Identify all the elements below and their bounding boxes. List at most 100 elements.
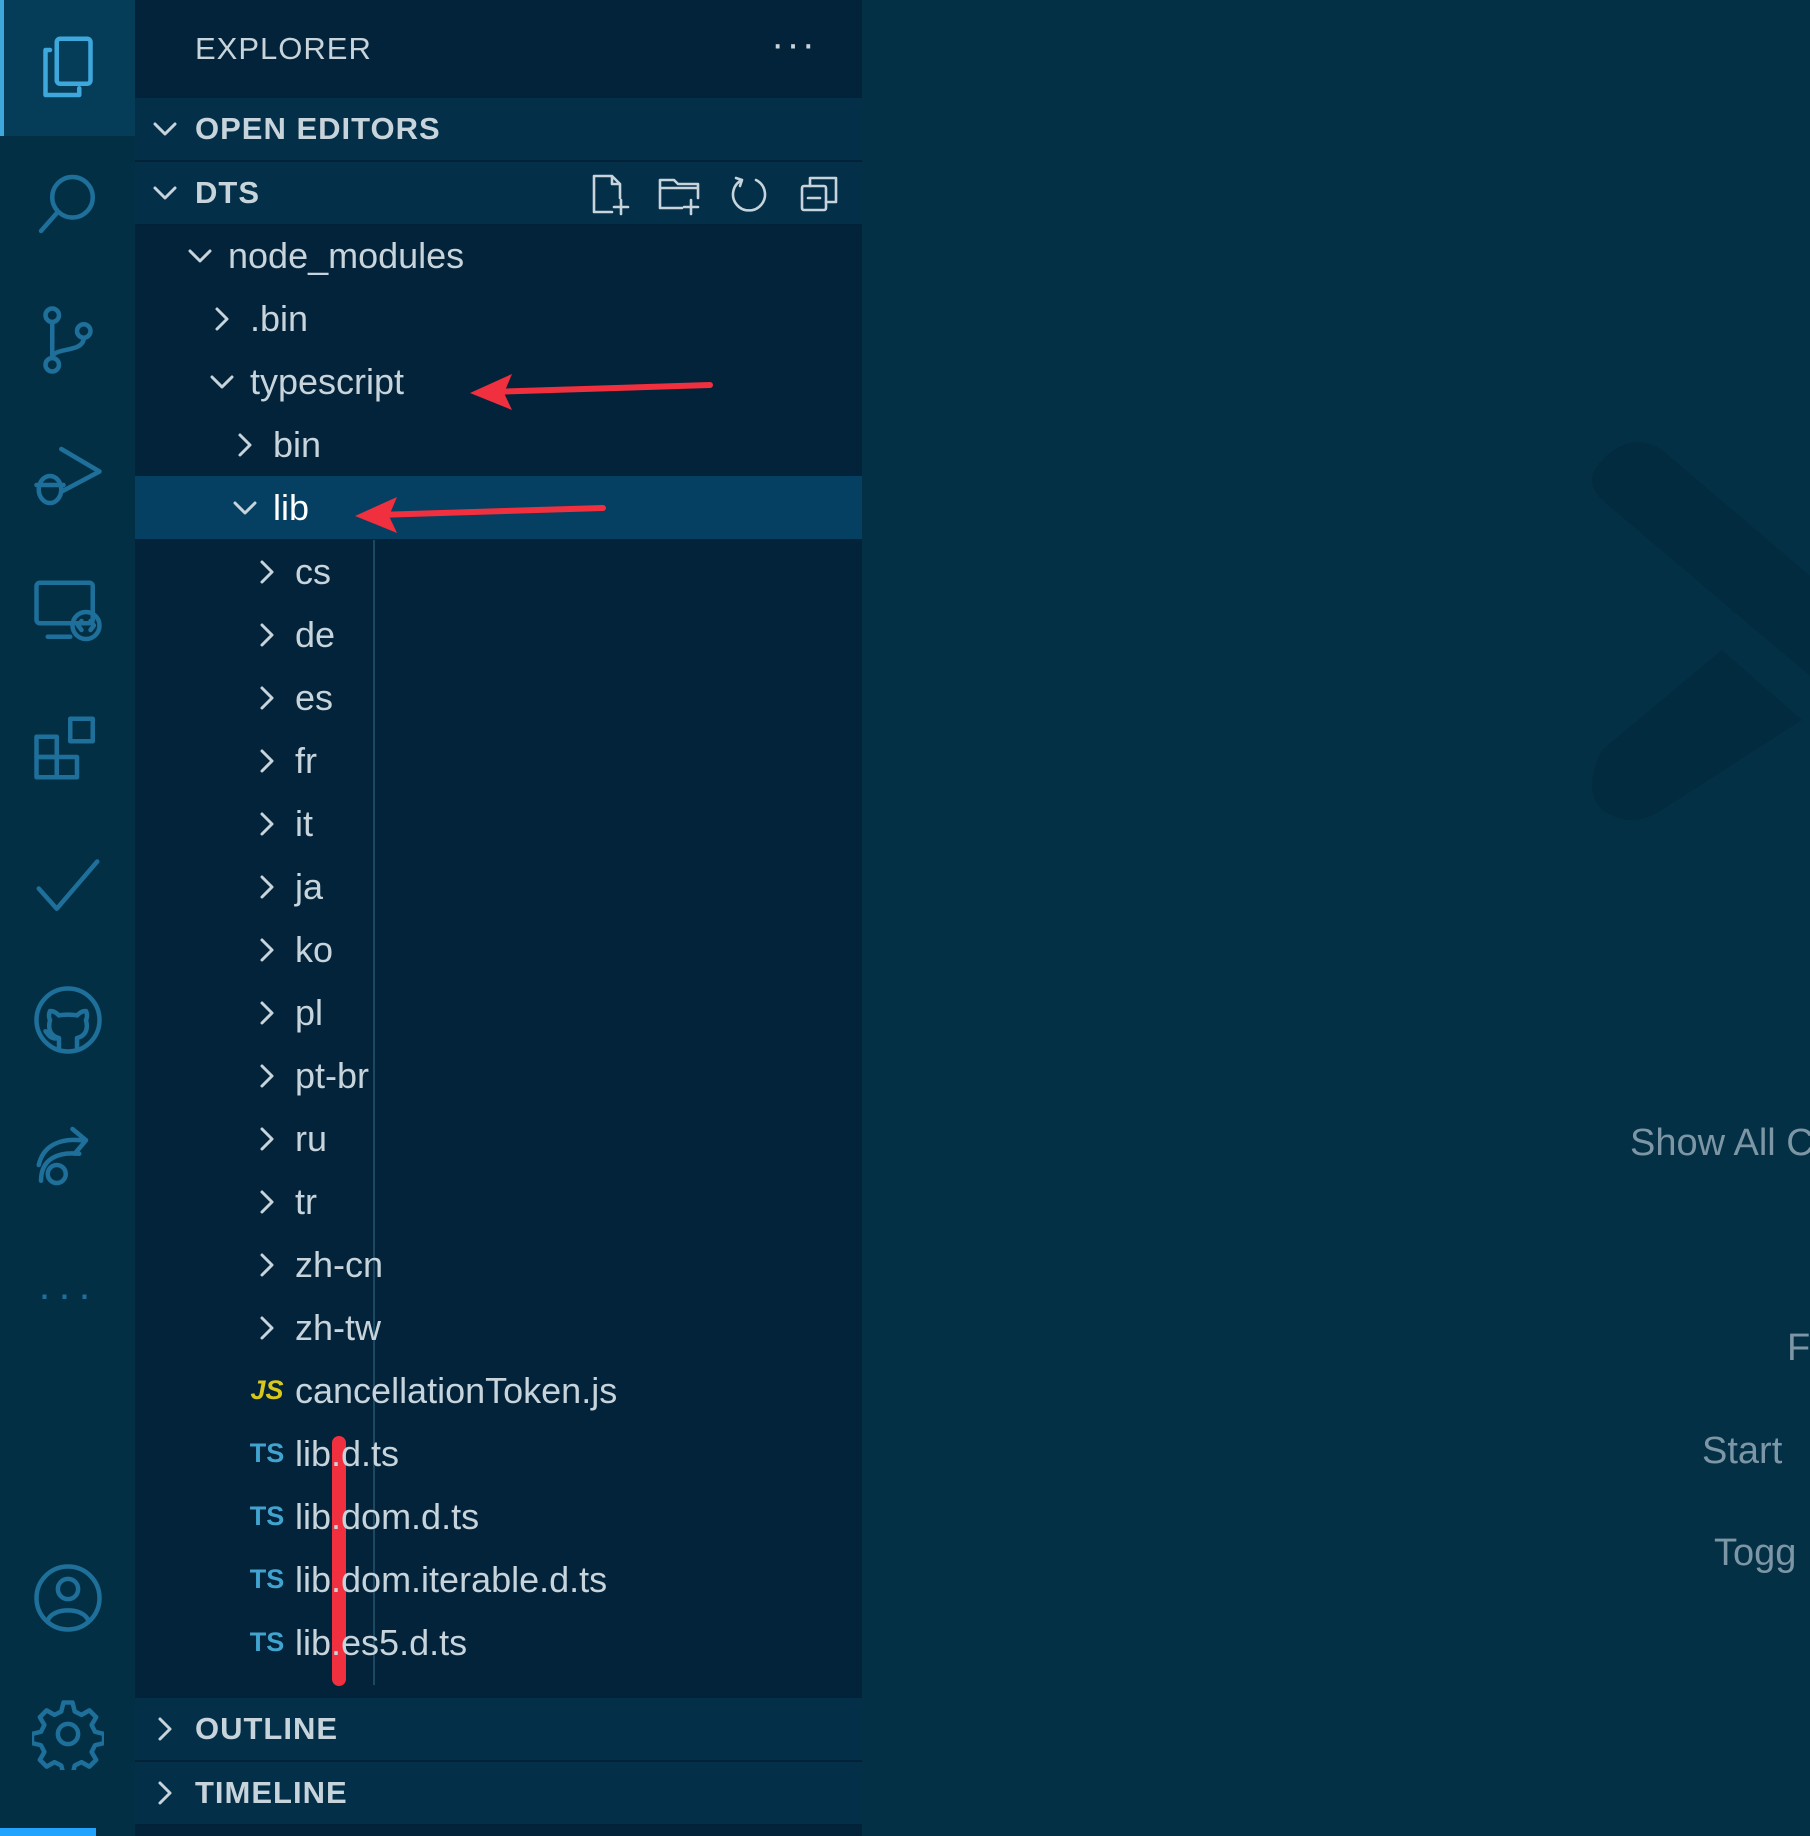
chevron-right-icon (247, 620, 287, 650)
command-hint: Togg (1714, 1532, 1797, 1574)
manage-button[interactable] (0, 1666, 135, 1802)
chevron-right-icon (135, 1778, 195, 1808)
tree-item-tr[interactable]: tr (135, 1170, 862, 1233)
tree-item-label: it (295, 802, 313, 844)
accounts-button[interactable] (0, 1530, 135, 1666)
tree-item-pt-br[interactable]: pt-br (135, 1044, 862, 1107)
chevron-right-icon (247, 746, 287, 776)
tree-item-label: .bin (250, 297, 309, 339)
tree-item-label: lib.dom.iterable.d.ts (295, 1558, 608, 1600)
remote-explorer-button[interactable] (0, 544, 135, 680)
extensions-icon (33, 716, 95, 780)
tree-item-label: zh-tw (295, 1306, 382, 1348)
source-control-icon (42, 306, 93, 374)
ts-file-icon: TS (249, 1501, 285, 1531)
tree-item-cs[interactable]: cs (135, 540, 862, 603)
run-debug-icon (33, 446, 102, 506)
tree-item-lib-dom-iterable-d-ts[interactable]: TS lib.dom.iterable.d.ts (135, 1548, 862, 1611)
chevron-right-icon (135, 1714, 195, 1744)
tree-item-label: typescript (250, 360, 405, 402)
tree-item-es[interactable]: es (135, 666, 862, 729)
chevron-down-icon (202, 367, 242, 397)
ts-file-icon: TS (249, 1627, 285, 1657)
tree-item-label: node_modules (228, 234, 465, 276)
section-actions (588, 172, 842, 216)
tree-item-label: bin (273, 423, 322, 465)
tree-item-ja[interactable]: ja (135, 855, 862, 918)
section-label: DTS (195, 175, 260, 210)
tree-item-label: es (295, 676, 334, 718)
chevron-right-icon (247, 872, 287, 902)
tree-item-lib-es5-d-ts[interactable]: TS lib.es5.d.ts (135, 1611, 862, 1674)
tree-item-label: cancellationToken.js (295, 1369, 618, 1411)
tree-item-label: lib.dom.d.ts (295, 1495, 480, 1537)
tree-item-label: fr (295, 739, 317, 781)
section-timeline[interactable]: TIMELINE (135, 1762, 862, 1826)
tree-item-label: zh-cn (295, 1243, 384, 1285)
tree-item-ko[interactable]: ko (135, 918, 862, 981)
check-icon (36, 859, 99, 911)
editor-area: Show All C F Start Togg (862, 0, 1810, 1836)
github-button[interactable] (0, 952, 135, 1088)
js-file-icon: JS (250, 1375, 284, 1405)
tree-item-label: lib.d.ts (295, 1432, 400, 1474)
chevron-down-icon (135, 114, 195, 144)
section-outline[interactable]: OUTLINE (135, 1698, 862, 1762)
more-actions-icon[interactable]: ··· (771, 22, 817, 67)
tree-item-label: ja (295, 865, 324, 907)
settings-gear-icon (31, 1700, 104, 1770)
testing-button[interactable] (0, 816, 135, 952)
tree-item-de[interactable]: de (135, 603, 862, 666)
ts-file-icon: TS (249, 1564, 285, 1594)
tree-item-fr[interactable]: fr (135, 729, 862, 792)
chevron-down-icon (135, 178, 195, 208)
refresh-icon[interactable] (728, 172, 772, 216)
tree-item-label: lib (273, 486, 310, 528)
explorer-button[interactable] (0, 0, 135, 136)
tree-item-label: tr (295, 1180, 317, 1222)
tree-item-pl[interactable]: pl (135, 981, 862, 1044)
section-label: OPEN EDITORS (195, 111, 441, 146)
tree-item-label: pt-br (295, 1054, 370, 1096)
chevron-right-icon (247, 1187, 287, 1217)
tree-item-zh-cn[interactable]: zh-cn (135, 1233, 862, 1296)
chevron-right-icon (247, 1124, 287, 1154)
chevron-right-icon (247, 809, 287, 839)
section-dts[interactable]: DTS (135, 162, 862, 226)
new-folder-icon[interactable] (658, 172, 702, 216)
more-icon: ··· (37, 1270, 98, 1317)
collapse-all-icon[interactable] (798, 172, 842, 216)
sidebar-title-bar: EXPLORER ··· (135, 0, 862, 98)
chevron-right-icon (247, 683, 287, 713)
command-hint: Start (1702, 1430, 1783, 1472)
tree-item-zh-tw[interactable]: zh-tw (135, 1296, 862, 1359)
tree-item-lib-d-ts[interactable]: TS lib.d.ts (135, 1422, 862, 1485)
live-share-button[interactable] (0, 1088, 135, 1224)
status-accent (0, 1828, 96, 1836)
tree-item-ru[interactable]: ru (135, 1107, 862, 1170)
section-open-editors[interactable]: OPEN EDITORS (135, 98, 862, 162)
active-indicator (0, 0, 4, 136)
more-actions-button[interactable]: ··· (0, 1226, 135, 1362)
tree-item-node-modules[interactable]: node_modules (135, 224, 862, 287)
tree-item-dot-bin[interactable]: .bin (135, 287, 862, 350)
tree-item-lib-dom-d-ts[interactable]: TS lib.dom.d.ts (135, 1485, 862, 1548)
remote-explorer-icon (33, 580, 102, 642)
files-icon (42, 36, 93, 98)
search-button[interactable] (0, 136, 135, 272)
tree-item-bin[interactable]: bin (135, 413, 862, 476)
extensions-button[interactable] (0, 680, 135, 816)
chevron-right-icon (247, 935, 287, 965)
tree-item-cancellation-token-js[interactable]: JS cancellationToken.js (135, 1359, 862, 1422)
search-icon (38, 174, 95, 234)
explorer-sidebar: EXPLORER ··· OPEN EDITORS DTS node_modul… (135, 0, 864, 1836)
chevron-right-icon (247, 1061, 287, 1091)
new-file-icon[interactable] (588, 172, 632, 216)
section-label: TIMELINE (195, 1775, 348, 1810)
run-debug-button[interactable] (0, 408, 135, 544)
annotation-arrow (355, 497, 606, 533)
source-control-button[interactable] (0, 272, 135, 408)
tree-item-it[interactable]: it (135, 792, 862, 855)
tree-item-label: ru (295, 1117, 328, 1159)
command-hint: F (1787, 1327, 1810, 1369)
